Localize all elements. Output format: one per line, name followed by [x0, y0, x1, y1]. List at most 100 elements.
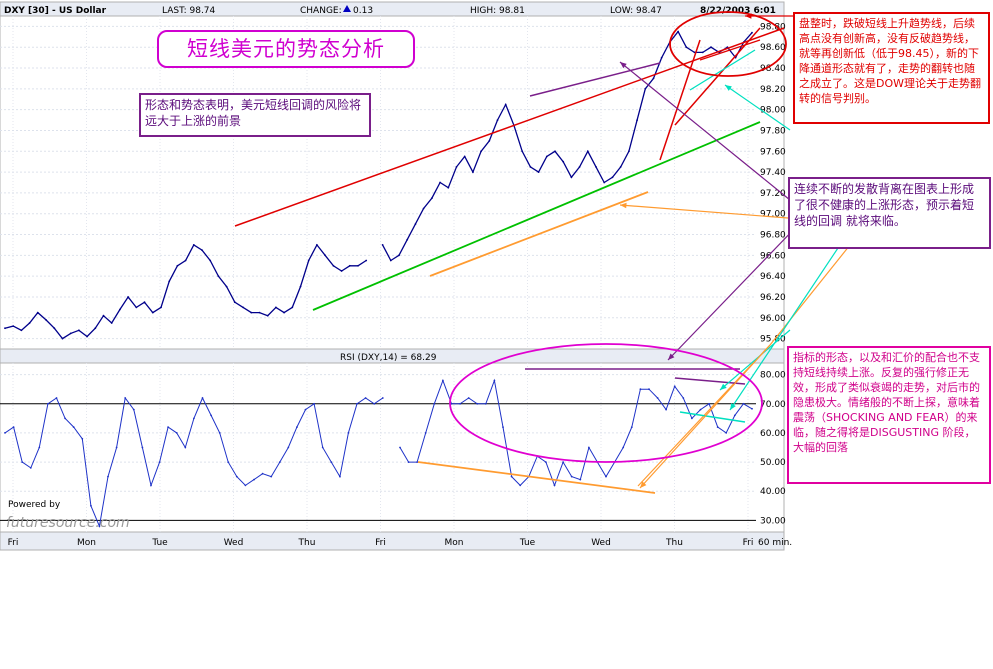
rsi-point [373, 402, 376, 405]
rsi-point [364, 397, 367, 399]
symbol-title: DXY [30] - US Dollar [4, 6, 107, 16]
price-point [275, 306, 277, 309]
rsi-point [381, 397, 384, 399]
price-point [595, 166, 597, 168]
rsi-point [605, 475, 607, 478]
price-point [496, 119, 499, 121]
note-pattern-risk: 形态和势态表明，美元短线回调的风险将远大于上涨的前景 [139, 93, 371, 137]
price-point [381, 244, 384, 246]
price-point [258, 311, 261, 314]
price-point [545, 155, 548, 158]
price-point [332, 264, 335, 267]
note-trend-reversal: 盘整时，跌破短线上升趋势线，后续高点没有创新高，没有反破趋势线，就等再创新低（低… [793, 12, 990, 124]
interval-label: 60 min. [758, 538, 792, 548]
rsi-point [261, 472, 264, 475]
rsi-point [278, 461, 281, 463]
rsi-point [72, 426, 75, 428]
price-point [389, 259, 392, 262]
price-point [685, 46, 688, 49]
price-point [250, 311, 253, 314]
rsi-point [115, 446, 118, 449]
rsi-point [218, 432, 221, 434]
price-point [176, 264, 179, 267]
rsi-point [442, 379, 444, 382]
price-point [414, 223, 417, 226]
change-value: 0.13 [353, 6, 373, 16]
rsi-point [502, 426, 504, 428]
price-point [12, 325, 15, 327]
price-point [20, 329, 23, 332]
price-point [143, 301, 146, 304]
rsi-point [656, 397, 659, 399]
x-tick-label: Wed [591, 538, 611, 548]
price-point [233, 301, 236, 304]
price-point [86, 335, 88, 338]
rsi-point [742, 402, 745, 405]
rsi-point [141, 446, 144, 449]
rsi-y-tick: 40.00 [760, 487, 786, 497]
price-y-tick: 96.40 [760, 272, 786, 282]
price-point [225, 285, 228, 288]
price-point [61, 337, 64, 340]
price-y-tick: 97.40 [760, 168, 786, 178]
price-point [636, 119, 638, 121]
rsi-point [12, 426, 15, 428]
rsi-point [175, 432, 178, 434]
price-point [562, 160, 565, 163]
rsi-point [201, 397, 204, 399]
rsi-point [253, 478, 255, 481]
price-point [242, 306, 245, 309]
rsi-y-tick: 30.00 [760, 516, 786, 526]
rsi-point [648, 388, 650, 391]
price-point [751, 31, 753, 34]
price-point [504, 103, 507, 106]
rsi-point [124, 397, 127, 399]
price-point [192, 244, 195, 246]
price-point [135, 306, 138, 309]
rsi-point [304, 408, 307, 411]
price-point [406, 238, 409, 241]
rsi-point [244, 484, 247, 487]
price-point [677, 30, 679, 33]
rsi-point [210, 414, 213, 417]
rsi-point [433, 402, 436, 405]
rsi-point [287, 446, 290, 449]
price-point [398, 254, 400, 257]
rsi-point [708, 402, 710, 405]
high-value: HIGH: 98.81 [470, 6, 525, 16]
price-point [201, 249, 203, 252]
low-value: LOW: 98.47 [610, 6, 662, 16]
rsi-point [484, 402, 487, 405]
price-point [110, 322, 113, 324]
note-divergence: 连续不断的发散背离在图表上形成了很不健康的上涨形态，预示着短线的回调 就将来临。 [788, 177, 991, 249]
x-tick-label: Fri [8, 538, 19, 548]
rsi-point [38, 446, 41, 449]
rsi-point [630, 426, 633, 428]
rsi-point [64, 417, 66, 420]
price-point [570, 176, 573, 179]
rsi-point [424, 432, 427, 434]
rsi-y-tick: 60.00 [760, 429, 786, 439]
price-point [701, 51, 704, 54]
price-point [340, 270, 343, 272]
rsi-point [193, 417, 195, 420]
price-point [45, 319, 47, 321]
rsi-point [545, 461, 547, 463]
price-point [184, 259, 187, 262]
price-point [586, 150, 589, 153]
rsi-point [467, 397, 470, 399]
rsi-point [270, 475, 273, 478]
rsi-y-tick: 80.00 [760, 371, 786, 381]
x-tick-label: Tue [519, 538, 536, 548]
rsi-point [107, 475, 109, 478]
rsi-point [184, 446, 187, 449]
rsi-point [639, 388, 642, 391]
price-point [554, 150, 556, 153]
price-y-tick: 96.80 [760, 231, 786, 241]
rsi-point [313, 402, 315, 405]
price-point [529, 166, 532, 168]
price-point [357, 264, 359, 267]
x-tick-label: Tue [151, 538, 168, 548]
rsi-point [296, 426, 298, 428]
title-annotation: 短线美元的势态分析 [157, 30, 415, 68]
